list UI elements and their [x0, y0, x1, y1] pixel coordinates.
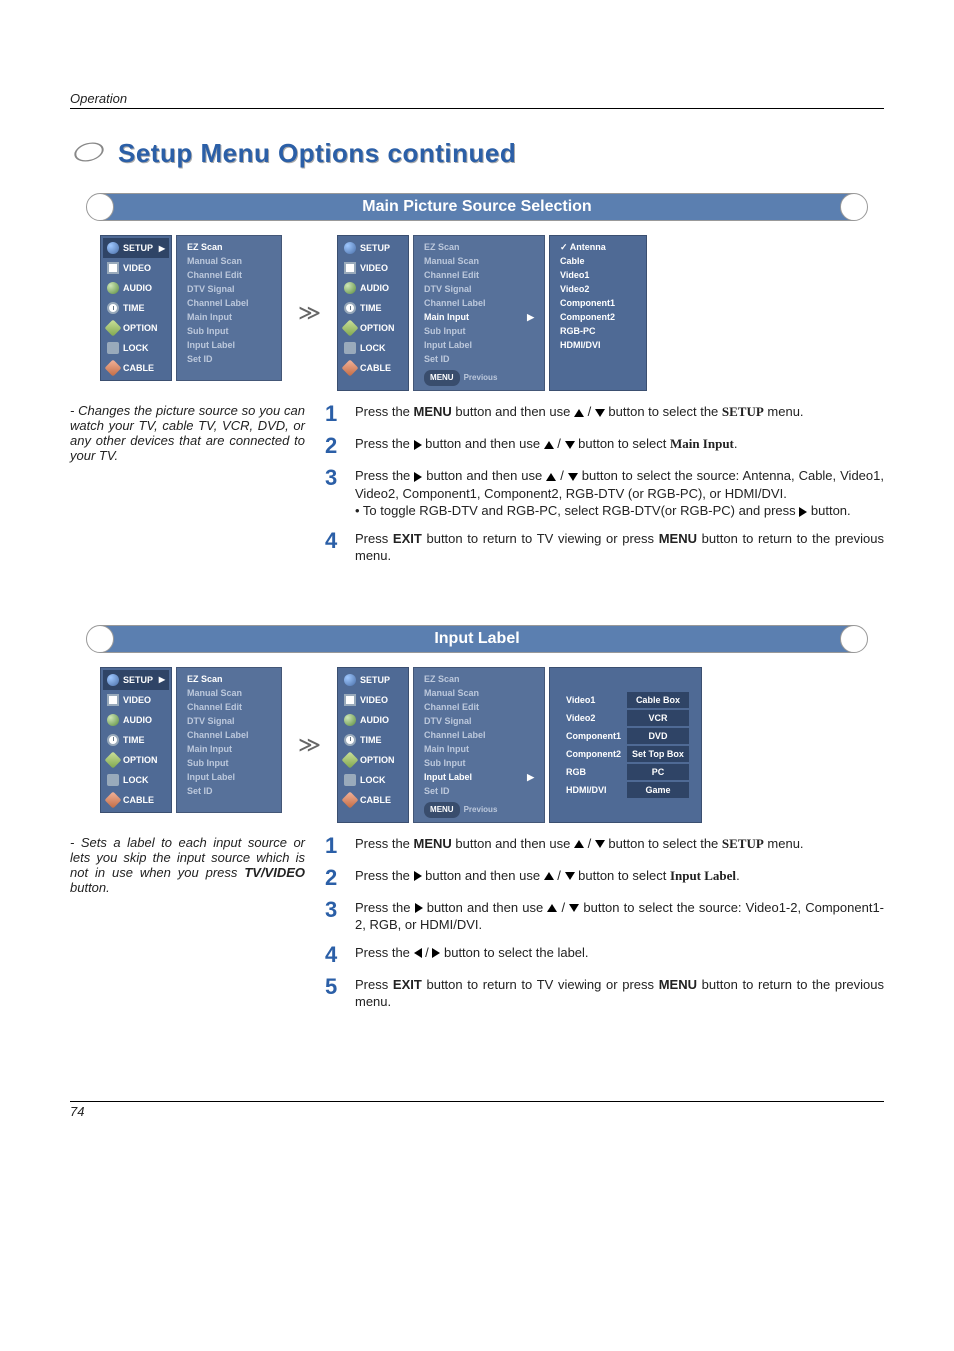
video-icon [344, 262, 356, 274]
option-icon [105, 320, 122, 337]
step-4: 4 Press the / button to select the label… [325, 944, 884, 966]
banner-main-picture-source: Main Picture Source Selection [70, 193, 884, 221]
step-1: 1 Press the MENU button and then use / b… [325, 403, 884, 425]
osd-right-section2: SETUP VIDEO AUDIO TIME OPTION LOCK CABLE… [337, 667, 702, 823]
cable-icon [342, 791, 359, 808]
section1-description: - Changes the picture source so you can … [70, 403, 305, 575]
cable-icon [105, 791, 122, 808]
lock-icon [107, 342, 119, 354]
setup-icon [344, 674, 356, 686]
lock-icon [344, 342, 356, 354]
step-3: 3 Press the button and then use / button… [325, 467, 884, 520]
time-icon [344, 302, 356, 314]
cable-icon [342, 360, 359, 377]
flow-arrow-icon: ≫ [292, 732, 327, 758]
video-icon [107, 262, 119, 274]
step-2: 2 Press the button and then use / button… [325, 867, 884, 889]
page-number: 74 [70, 1101, 884, 1119]
step-2: 2 Press the button and then use / button… [325, 435, 884, 457]
time-icon [344, 734, 356, 746]
lock-icon [107, 774, 119, 786]
step-4: 4 Press EXIT button to return to TV view… [325, 530, 884, 565]
setup-icon [344, 242, 356, 254]
osd-left: SETUP▶ VIDEO AUDIO TIME OPTION LOCK CABL… [100, 235, 282, 381]
audio-icon [344, 714, 356, 726]
page-title: Setup Menu Options continued [118, 138, 516, 169]
video-icon [344, 694, 356, 706]
banner-input-label: Input Label [70, 625, 884, 653]
option-icon [342, 320, 359, 337]
option-icon [342, 751, 359, 768]
audio-icon [107, 714, 119, 726]
osd-right-section1: SETUP VIDEO AUDIO TIME OPTION LOCK CABLE… [337, 235, 647, 391]
setup-icon [107, 242, 119, 254]
time-icon [107, 302, 119, 314]
video-icon [107, 694, 119, 706]
satellite-dish-icon [70, 133, 110, 173]
option-icon [105, 751, 122, 768]
audio-icon [344, 282, 356, 294]
time-icon [107, 734, 119, 746]
audio-icon [107, 282, 119, 294]
step-1: 1 Press the MENU button and then use / b… [325, 835, 884, 857]
lock-icon [344, 774, 356, 786]
section2-description: - Sets a label to each input source or l… [70, 835, 305, 1021]
section-label: Operation [70, 91, 884, 109]
flow-arrow-icon: ≫ [292, 300, 327, 326]
setup-icon [107, 674, 119, 686]
step-5: 5 Press EXIT button to return to TV view… [325, 976, 884, 1011]
step-3: 3 Press the button and then use / button… [325, 899, 884, 934]
cable-icon [105, 360, 122, 377]
osd-left-2: SETUP▶ VIDEO AUDIO TIME OPTION LOCK CABL… [100, 667, 282, 813]
